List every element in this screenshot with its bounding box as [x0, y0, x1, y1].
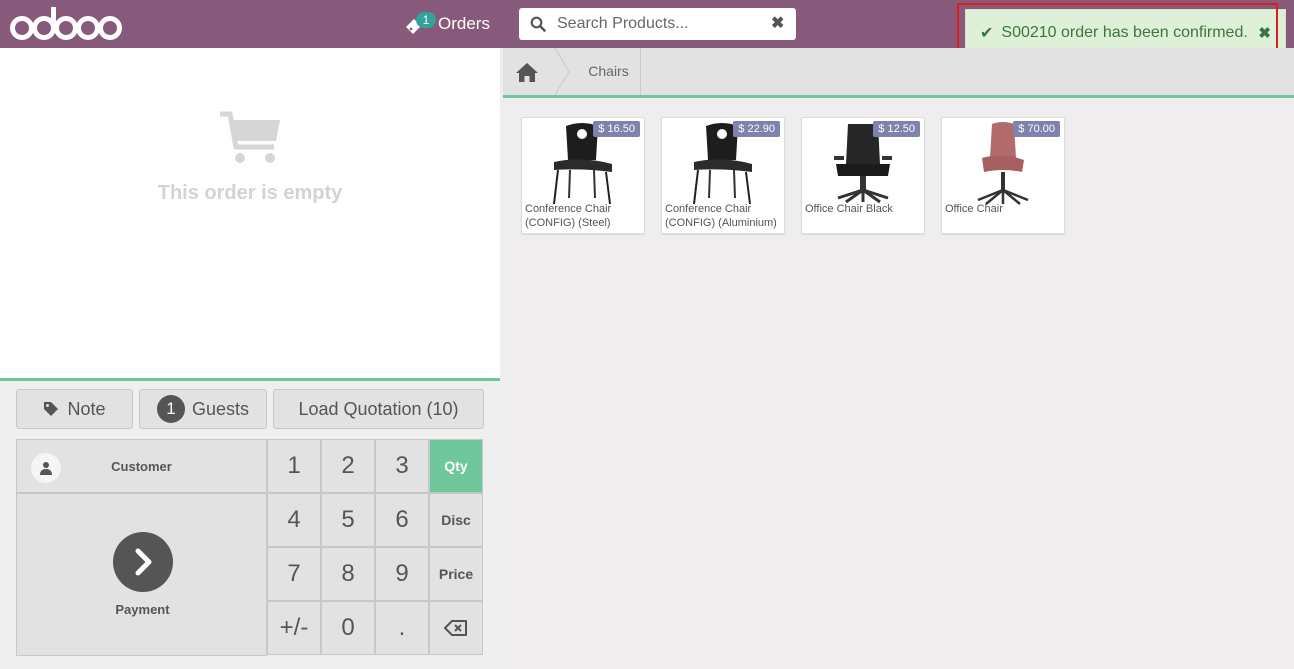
- product-price: $ 16.50: [593, 121, 640, 137]
- product-price: $ 70.00: [1013, 121, 1060, 137]
- note-label: Note: [67, 398, 106, 419]
- payment-button[interactable]: Payment: [16, 493, 267, 656]
- mode-price-button[interactable]: Price: [429, 547, 483, 601]
- numpad-key-5[interactable]: 5: [321, 493, 375, 547]
- product-price: $ 12.50: [873, 121, 920, 137]
- backspace-button[interactable]: [429, 601, 483, 655]
- note-button[interactable]: Note: [16, 389, 133, 429]
- clear-search-icon[interactable]: ✖: [771, 16, 785, 32]
- product-name: Office Chair: [945, 203, 1003, 215]
- payment-label: Payment: [115, 602, 170, 617]
- product-name: Conference Chair (CONFIG) (Aluminium): [665, 203, 777, 229]
- product-card[interactable]: $ 16.50 Conference Chair (CONFIG) (Steel…: [521, 117, 645, 234]
- product-card[interactable]: $ 70.00 Office Chair: [941, 117, 1065, 234]
- product-name: Conference Chair (CONFIG) (Steel): [525, 203, 612, 229]
- orders-button[interactable]: 1 Orders: [404, 8, 490, 40]
- numpad-key-8[interactable]: 8: [321, 547, 375, 601]
- load-quotation-label: Load Quotation (10): [298, 398, 459, 419]
- breadcrumb-separator: [554, 48, 570, 95]
- products-pane: Chairs $ 16.50 Conference Chair (CONFIG)…: [503, 48, 1294, 669]
- guests-count: 1: [156, 395, 185, 423]
- order-pane: This order is empty Note 1 Guests Load Q…: [0, 48, 500, 669]
- home-icon[interactable]: [515, 62, 539, 83]
- customer-button[interactable]: Customer: [16, 439, 267, 493]
- control-area: Note 1 Guests Load Quotation (10) Custom…: [0, 378, 500, 669]
- empty-order-text: This order is empty: [157, 182, 343, 204]
- mode-qty-button[interactable]: Qty: [429, 439, 483, 493]
- product-name: Office Chair Black: [805, 203, 893, 215]
- breadcrumb-chairs[interactable]: Chairs: [577, 48, 641, 95]
- numpad-key-0[interactable]: 0: [321, 601, 375, 655]
- numpad-key-9[interactable]: 9: [375, 547, 429, 601]
- odoo-logo: [10, 7, 122, 40]
- user-icon: [31, 453, 61, 483]
- numpad-area: Customer Payment 1 2 3 Qty 4 5 6 Disc 7 …: [16, 439, 484, 656]
- load-quotation-button[interactable]: Load Quotation (10): [273, 389, 484, 429]
- shopping-cart-icon: [220, 111, 280, 163]
- product-price: $ 22.90: [733, 121, 780, 137]
- numpad-key-3[interactable]: 3: [375, 439, 429, 493]
- order-container: This order is empty: [0, 48, 500, 378]
- mode-disc-button[interactable]: Disc: [429, 493, 483, 547]
- numpad-key-decimal[interactable]: .: [375, 601, 429, 655]
- customer-label: Customer: [111, 458, 172, 474]
- orders-count-badge: 1: [416, 12, 436, 28]
- guests-label: Guests: [191, 398, 250, 419]
- ticket-icon: 1: [404, 12, 436, 34]
- orders-label: Orders: [438, 14, 490, 33]
- chevron-right-icon: [113, 532, 173, 592]
- product-card[interactable]: $ 12.50 Office Chair Black: [801, 117, 925, 234]
- backspace-icon: [444, 620, 467, 636]
- tag-icon: [44, 402, 59, 416]
- search-input[interactable]: [557, 8, 762, 40]
- product-card[interactable]: $ 22.90 Conference Chair (CONFIG) (Alumi…: [661, 117, 785, 234]
- numpad-key-plus-minus[interactable]: +/-: [267, 601, 321, 655]
- numpad-key-1[interactable]: 1: [267, 439, 321, 493]
- numpad-key-4[interactable]: 4: [267, 493, 321, 547]
- numpad-key-2[interactable]: 2: [321, 439, 375, 493]
- breadcrumb: Chairs: [503, 48, 1294, 98]
- numpad-key-7[interactable]: 7: [267, 547, 321, 601]
- numpad-key-6[interactable]: 6: [375, 493, 429, 547]
- guests-button[interactable]: 1 Guests: [139, 389, 267, 429]
- search-icon: [530, 16, 546, 32]
- search-box: ✖: [519, 8, 796, 40]
